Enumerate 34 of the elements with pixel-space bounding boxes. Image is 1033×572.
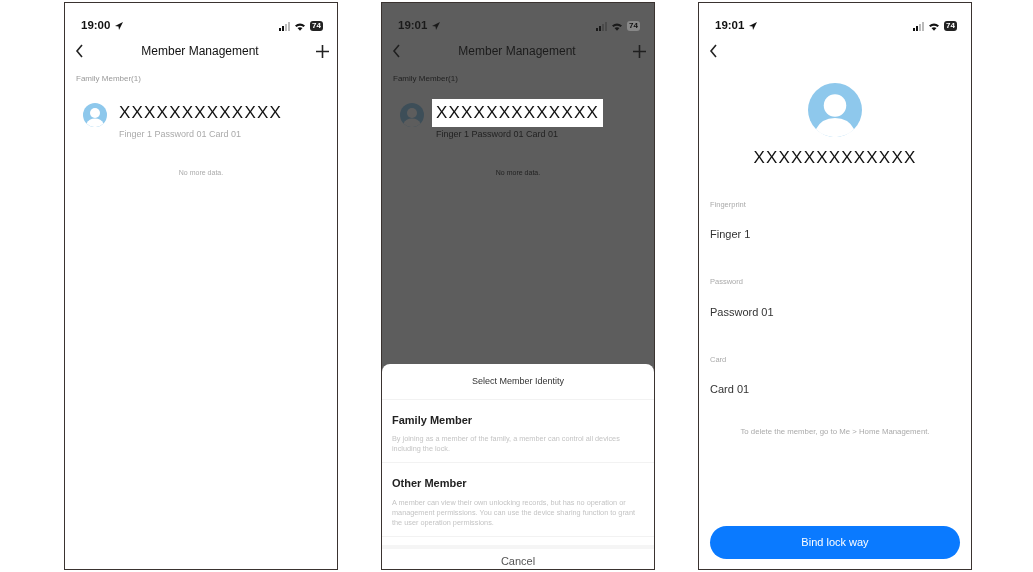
option-title: Other Member [392, 476, 468, 491]
battery-level: 74 [944, 21, 957, 31]
plus-icon [316, 44, 329, 58]
battery-level: 74 [310, 21, 323, 31]
signal-icon [279, 21, 291, 31]
field-value: Password 01 [709, 304, 775, 320]
back-icon [75, 44, 84, 58]
member-name[interactable]: XXXXXXXXXXXXX [432, 99, 603, 127]
member-detail: Finger 1 Password 01 Card 01 [119, 128, 243, 141]
back-icon [709, 44, 718, 58]
wifi-icon [294, 21, 307, 31]
avatar-icon [83, 103, 107, 127]
screen-title: Member Management [458, 43, 576, 60]
option-title: Family Member [392, 412, 474, 428]
location-icon [748, 21, 759, 31]
battery-level: 74 [627, 21, 640, 31]
field-value: Finger 1 [709, 226, 752, 242]
sheet-title: Select Member Identity [382, 364, 654, 400]
clock-time: 19:00 [81, 18, 111, 34]
member-name: XXXXXXXXXXXXX [752, 147, 918, 169]
screen-title: Member Management [141, 43, 259, 60]
field-value: Card 01 [709, 382, 751, 398]
section-label: Family Member(1) [75, 73, 142, 85]
member-name[interactable]: XXXXXXXXXXXXX [115, 99, 286, 127]
back-button[interactable] [709, 44, 718, 58]
clock-time: 19:01 [715, 18, 745, 34]
back-button[interactable] [75, 44, 84, 58]
avatar-icon [808, 83, 862, 137]
add-button[interactable] [316, 44, 329, 58]
clock-time: 19:01 [398, 18, 428, 34]
wifi-icon [928, 21, 941, 31]
signal-icon [913, 21, 925, 31]
bind-lock-button[interactable]: Bind lock way [710, 526, 960, 559]
location-icon [114, 21, 125, 31]
